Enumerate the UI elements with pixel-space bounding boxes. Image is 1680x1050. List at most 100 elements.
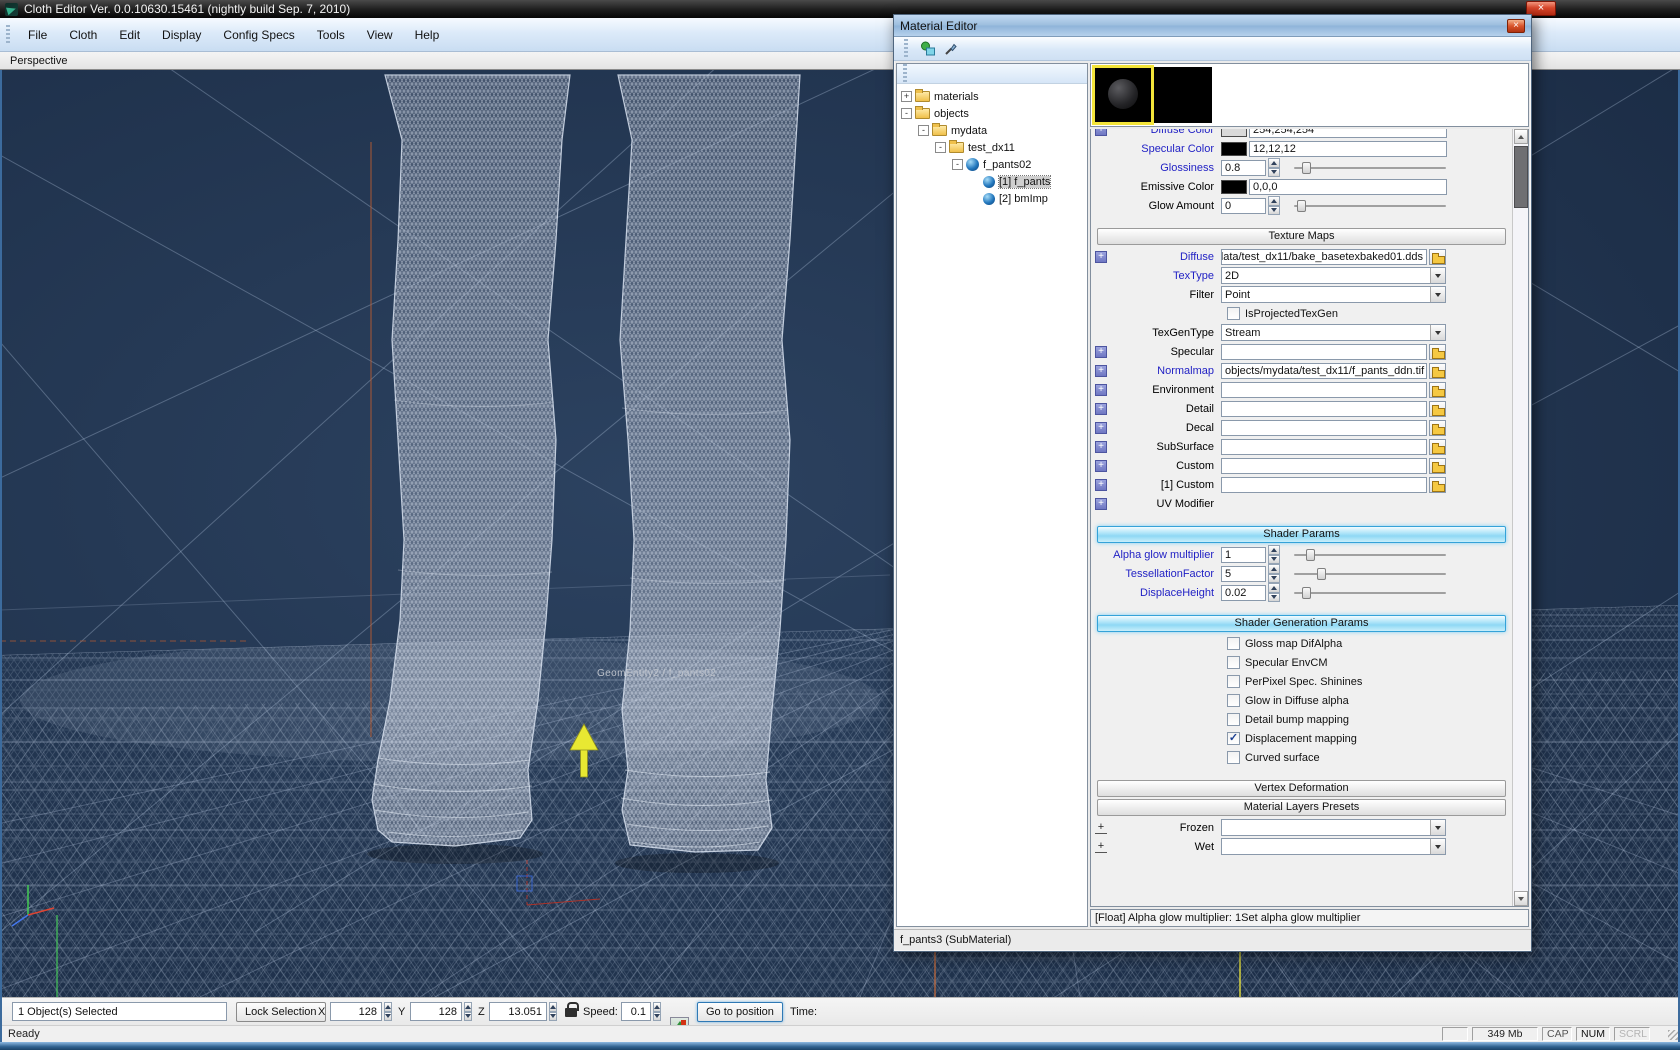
expander-icon[interactable] <box>1095 422 1107 434</box>
y-coordinate-input[interactable]: 128 <box>410 1002 462 1021</box>
expander-icon[interactable] <box>1095 384 1107 396</box>
expander-icon[interactable] <box>1095 841 1107 853</box>
browse-folder-button[interactable] <box>1429 363 1446 379</box>
color-swatch[interactable] <box>1221 180 1247 194</box>
browse-folder-button[interactable] <box>1429 477 1446 493</box>
material-layers-presets-header[interactable]: Material Layers Presets <box>1097 799 1506 816</box>
texture-path-field[interactable] <box>1221 420 1427 436</box>
texture-path-field[interactable]: data/test_dx11/bake_basetexbaked01.dds <box>1221 249 1427 265</box>
slider[interactable] <box>1294 160 1446 176</box>
tree-expander-icon[interactable]: - <box>901 108 912 119</box>
menu-item[interactable]: File <box>17 24 58 46</box>
tree-item[interactable]: [2] bmImp <box>897 190 1087 207</box>
browse-folder-button[interactable] <box>1429 344 1446 360</box>
browse-folder-button[interactable] <box>1429 249 1446 265</box>
spinner[interactable] <box>1268 583 1280 602</box>
value-field[interactable]: 0.02 <box>1221 585 1266 601</box>
x-coordinate-input[interactable]: 128 <box>330 1002 382 1021</box>
goto-position-button[interactable]: Go to position <box>697 1002 783 1022</box>
value-field[interactable]: 0.8 <box>1221 160 1266 176</box>
tree-item[interactable]: - mydata <box>897 122 1087 139</box>
material-editor-close-button[interactable] <box>1507 19 1525 33</box>
texgentype-dropdown[interactable]: Stream <box>1221 324 1446 341</box>
scroll-up-icon[interactable] <box>1514 129 1528 144</box>
checkbox[interactable] <box>1227 732 1240 745</box>
browse-folder-button[interactable] <box>1429 382 1446 398</box>
resize-grip-icon[interactable] <box>1668 1030 1678 1040</box>
layer-preset-dropdown[interactable] <box>1221 838 1446 855</box>
lock-selection-button[interactable]: Lock Selection <box>236 1002 326 1022</box>
tree-item[interactable]: - test_dx11 <box>897 139 1087 156</box>
assign-material-icon[interactable] <box>918 39 938 59</box>
material-editor-titlebar[interactable]: Material Editor <box>894 15 1531 37</box>
expander-icon[interactable] <box>1095 365 1107 377</box>
spinner[interactable] <box>1268 158 1280 177</box>
color-value-field[interactable]: 254,254,254 <box>1249 129 1447 138</box>
z-spinner[interactable] <box>547 1002 559 1021</box>
checkbox[interactable] <box>1227 713 1240 726</box>
texture-path-field[interactable] <box>1221 458 1427 474</box>
expander-icon[interactable] <box>1095 403 1107 415</box>
color-swatch[interactable] <box>1221 129 1247 137</box>
texture-path-field[interactable]: objects/mydata/test_dx11/f_pants_ddn.tif <box>1221 363 1427 379</box>
scrollbar-thumb[interactable] <box>1514 146 1528 208</box>
tree-item[interactable]: + materials <box>897 88 1087 105</box>
layer-preset-dropdown[interactable] <box>1221 819 1446 836</box>
texture-path-field[interactable] <box>1221 401 1427 417</box>
expander-icon[interactable] <box>1095 441 1107 453</box>
expander-icon[interactable] <box>1095 479 1107 491</box>
x-spinner[interactable] <box>382 1002 394 1021</box>
menu-item[interactable]: Cloth <box>58 24 108 46</box>
expander-icon[interactable] <box>1095 498 1107 510</box>
speed-spinner[interactable] <box>651 1002 663 1021</box>
texture-maps-section-header[interactable]: Texture Maps <box>1097 228 1506 245</box>
color-swatch[interactable] <box>1221 142 1247 156</box>
value-field[interactable]: 5 <box>1221 566 1266 582</box>
slider[interactable] <box>1294 585 1446 601</box>
chevron-down-icon[interactable] <box>1430 268 1445 283</box>
color-value-field[interactable]: 12,12,12 <box>1249 141 1447 157</box>
browse-folder-button[interactable] <box>1429 439 1446 455</box>
checkbox[interactable] <box>1227 656 1240 669</box>
color-value-field[interactable]: 0,0,0 <box>1249 179 1447 195</box>
texture-path-field[interactable] <box>1221 344 1427 360</box>
expander-icon[interactable] <box>1095 460 1107 472</box>
tree-expander-icon[interactable]: - <box>935 142 946 153</box>
slider[interactable] <box>1294 198 1446 214</box>
slider[interactable] <box>1294 547 1446 563</box>
value-field[interactable]: 1 <box>1221 547 1266 563</box>
menu-item[interactable]: View <box>356 24 404 46</box>
textype-dropdown[interactable]: 2D <box>1221 267 1446 284</box>
menu-item[interactable]: Tools <box>306 24 356 46</box>
checkbox[interactable] <box>1227 675 1240 688</box>
texture-path-field[interactable] <box>1221 439 1427 455</box>
value-field[interactable]: 0 <box>1221 198 1266 214</box>
tree-expander-icon[interactable]: - <box>952 159 963 170</box>
chevron-down-icon[interactable] <box>1430 820 1445 835</box>
shader-params-section-header[interactable]: Shader Params <box>1097 526 1506 543</box>
material-preview-thumbnail[interactable] <box>1154 67 1212 123</box>
scroll-down-icon[interactable] <box>1514 891 1528 906</box>
slider[interactable] <box>1294 566 1446 582</box>
menu-item[interactable]: Display <box>151 24 212 46</box>
expander-icon[interactable] <box>1095 251 1107 263</box>
z-coordinate-input[interactable]: 13.051 <box>489 1002 547 1021</box>
y-spinner[interactable] <box>462 1002 474 1021</box>
texture-path-field[interactable] <box>1221 382 1427 398</box>
browse-folder-button[interactable] <box>1429 420 1446 436</box>
properties-scrollbar[interactable] <box>1512 129 1528 906</box>
shader-generation-params-header[interactable]: Shader Generation Params <box>1097 615 1506 632</box>
menu-item[interactable]: Help <box>404 24 451 46</box>
chevron-down-icon[interactable] <box>1430 839 1445 854</box>
vertex-deformation-section-header[interactable]: Vertex Deformation <box>1097 780 1506 797</box>
expander-icon[interactable] <box>1095 346 1107 358</box>
spinner[interactable] <box>1268 196 1280 215</box>
chevron-down-icon[interactable] <box>1430 287 1445 302</box>
menu-item[interactable]: Config Specs <box>212 24 305 46</box>
checkbox[interactable] <box>1227 751 1240 764</box>
spinner[interactable] <box>1268 564 1280 583</box>
tree-expander-icon[interactable]: - <box>918 125 929 136</box>
expander-icon[interactable] <box>1095 129 1107 136</box>
expander-icon[interactable] <box>1095 822 1107 834</box>
browse-folder-button[interactable] <box>1429 458 1446 474</box>
